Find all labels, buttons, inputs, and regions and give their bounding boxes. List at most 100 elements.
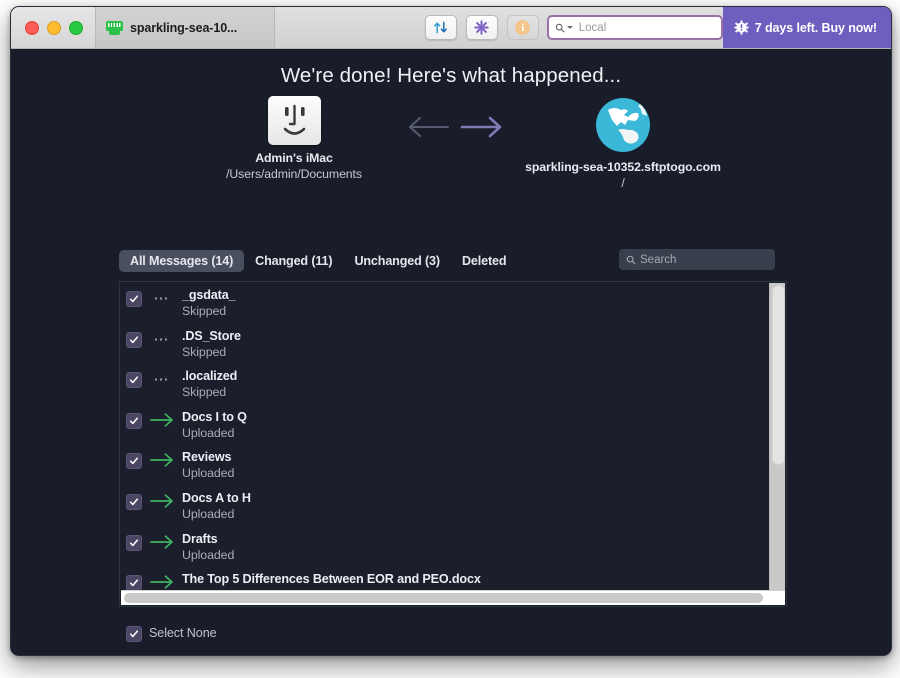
arrow-right-icon [142,574,182,590]
remote-endpoint-path: / [621,176,625,190]
checkmark-icon [129,498,139,506]
arrow-right-icon [142,534,182,555]
endpoints-summary: Admin's iMac /Users/admin/Documents spar… [11,96,891,196]
zoom-button[interactable] [69,20,83,35]
server-icon [106,20,123,35]
toolbar-buttons: i [424,7,547,48]
vertical-scrollbar-thumb[interactable] [772,285,785,466]
local-endpoint-name: Admin's iMac [255,151,333,165]
row-checkbox[interactable] [126,331,142,348]
table-row[interactable]: Reviews Uploaded [120,444,764,485]
row-text: .DS_Store Skipped [182,329,764,360]
row-checkbox[interactable] [126,534,142,551]
local-endpoint-path: /Users/admin/Documents [226,167,362,181]
row-file-name: .localized [182,369,238,384]
row-checkbox[interactable] [126,453,142,470]
list-search-placeholder: Search [640,253,677,266]
sync-button[interactable] [465,15,498,40]
row-status: Skipped [182,344,227,359]
transfer-queue-button[interactable] [424,15,457,40]
horizontal-scrollbar[interactable] [121,590,785,605]
table-row[interactable]: ⋯ .localized Skipped [120,363,764,404]
table-row[interactable]: ⋯ .DS_Store Skipped [120,323,764,364]
ellipsis-icon: ⋯ [153,371,171,389]
search-input[interactable]: Local [546,15,723,40]
select-none-checkbox[interactable] [126,626,142,642]
remote-endpoint: sparkling-sea-10352.sftptogo.com / [473,96,773,190]
checkmark-icon [129,376,139,384]
results-panel: All Messages (14) Changed (11) Unchanged… [119,249,787,655]
table-row[interactable]: Docs A to H Uploaded [120,485,764,526]
window-tab-label: sparkling-sea-10... [130,20,238,35]
results-rows: ⋯ _gsdata_ Skipped ⋯ .DS_Store Skipped ⋯ .local… [120,282,764,590]
transfer-arrows-icon [434,21,448,34]
toolbar-search-wrap: Local [546,7,723,48]
checkmark-icon [129,630,139,638]
select-none-label: Select None [149,625,217,640]
row-file-name: _gsdata_ [182,288,236,302]
burst-icon [474,20,489,35]
checkmark-icon [129,336,139,343]
tab-changed[interactable]: Changed (11) [244,250,343,272]
info-icon: i [515,20,531,35]
tab-all-messages[interactable]: All Messages (14) [119,250,245,272]
arrow-right-icon [142,412,182,433]
table-row[interactable]: The Top 5 Differences Between EOR and PE… [120,566,764,590]
checkmark-icon [129,295,139,303]
checkmark-icon [129,457,139,465]
gear-alert-icon [734,20,749,35]
horizontal-scrollbar-thumb[interactable] [124,593,764,603]
finder-icon [267,96,321,145]
row-checkbox[interactable] [126,372,142,389]
arrow-left-icon [408,116,450,138]
row-file-name: Drafts [182,531,218,546]
row-text: Drafts Uploaded [182,532,764,563]
row-status: Uploaded [182,506,235,521]
row-checkbox[interactable] [126,493,142,510]
list-search-input[interactable]: Search [619,249,775,270]
arrow-right-icon [142,493,182,514]
traffic-light-group [11,7,95,48]
tab-unchanged[interactable]: Unchanged (3) [343,250,451,272]
row-text: .localized Skipped [182,369,764,400]
row-checkbox[interactable] [126,412,142,429]
vertical-scrollbar[interactable] [769,283,785,590]
globe-icon [596,98,650,152]
ellipsis-icon: ⋯ [153,290,171,307]
checkmark-icon [129,538,139,546]
search-icon [555,23,565,32]
row-status: Uploaded [182,466,235,481]
app-window: sparkling-sea-10... i Local 7 days left.… [10,6,892,656]
toolbar-spacer [275,7,425,48]
ellipsis-icon: ⋯ [153,330,171,348]
row-file-name: Docs A to H [182,490,251,505]
buy-now-label: 7 days left. Buy now! [754,20,877,35]
select-none-row[interactable]: Select None [119,623,787,642]
row-file-name: Docs I to Q [182,409,247,424]
results-list: ⋯ _gsdata_ Skipped ⋯ .DS_Store Skipped ⋯ .local… [119,281,787,607]
row-text: Reviews Uploaded [182,450,764,481]
row-status: Uploaded [182,425,235,440]
tab-deleted[interactable]: Deleted [451,250,517,272]
row-text: _gsdata_ Skipped [182,288,764,319]
title-bar: sparkling-sea-10... i Local 7 days left.… [11,7,891,49]
checkmark-icon [129,579,139,587]
table-row[interactable]: Docs I to Q Uploaded [120,404,764,445]
row-checkbox[interactable] [126,575,142,590]
row-status: Uploaded [182,547,235,562]
row-file-name: .DS_Store [182,328,241,343]
screenshot-root: sparkling-sea-10... i Local 7 days left.… [0,0,900,678]
row-status: Skipped [182,385,227,400]
row-checkbox[interactable] [126,291,142,307]
table-row[interactable]: ⋯ _gsdata_ Skipped [120,282,764,323]
buy-now-button[interactable]: 7 days left. Buy now! [722,7,891,48]
search-scope-chevron-icon[interactable] [566,26,573,29]
table-row[interactable]: Drafts Uploaded [120,526,764,567]
arrow-right-icon [142,452,182,473]
row-file-name: The Top 5 Differences Between EOR and PE… [182,572,481,587]
checkmark-icon [129,417,139,425]
info-button[interactable]: i [506,15,539,40]
minimize-button[interactable] [47,20,61,35]
window-tab[interactable]: sparkling-sea-10... [95,7,275,48]
close-button[interactable] [25,20,39,35]
